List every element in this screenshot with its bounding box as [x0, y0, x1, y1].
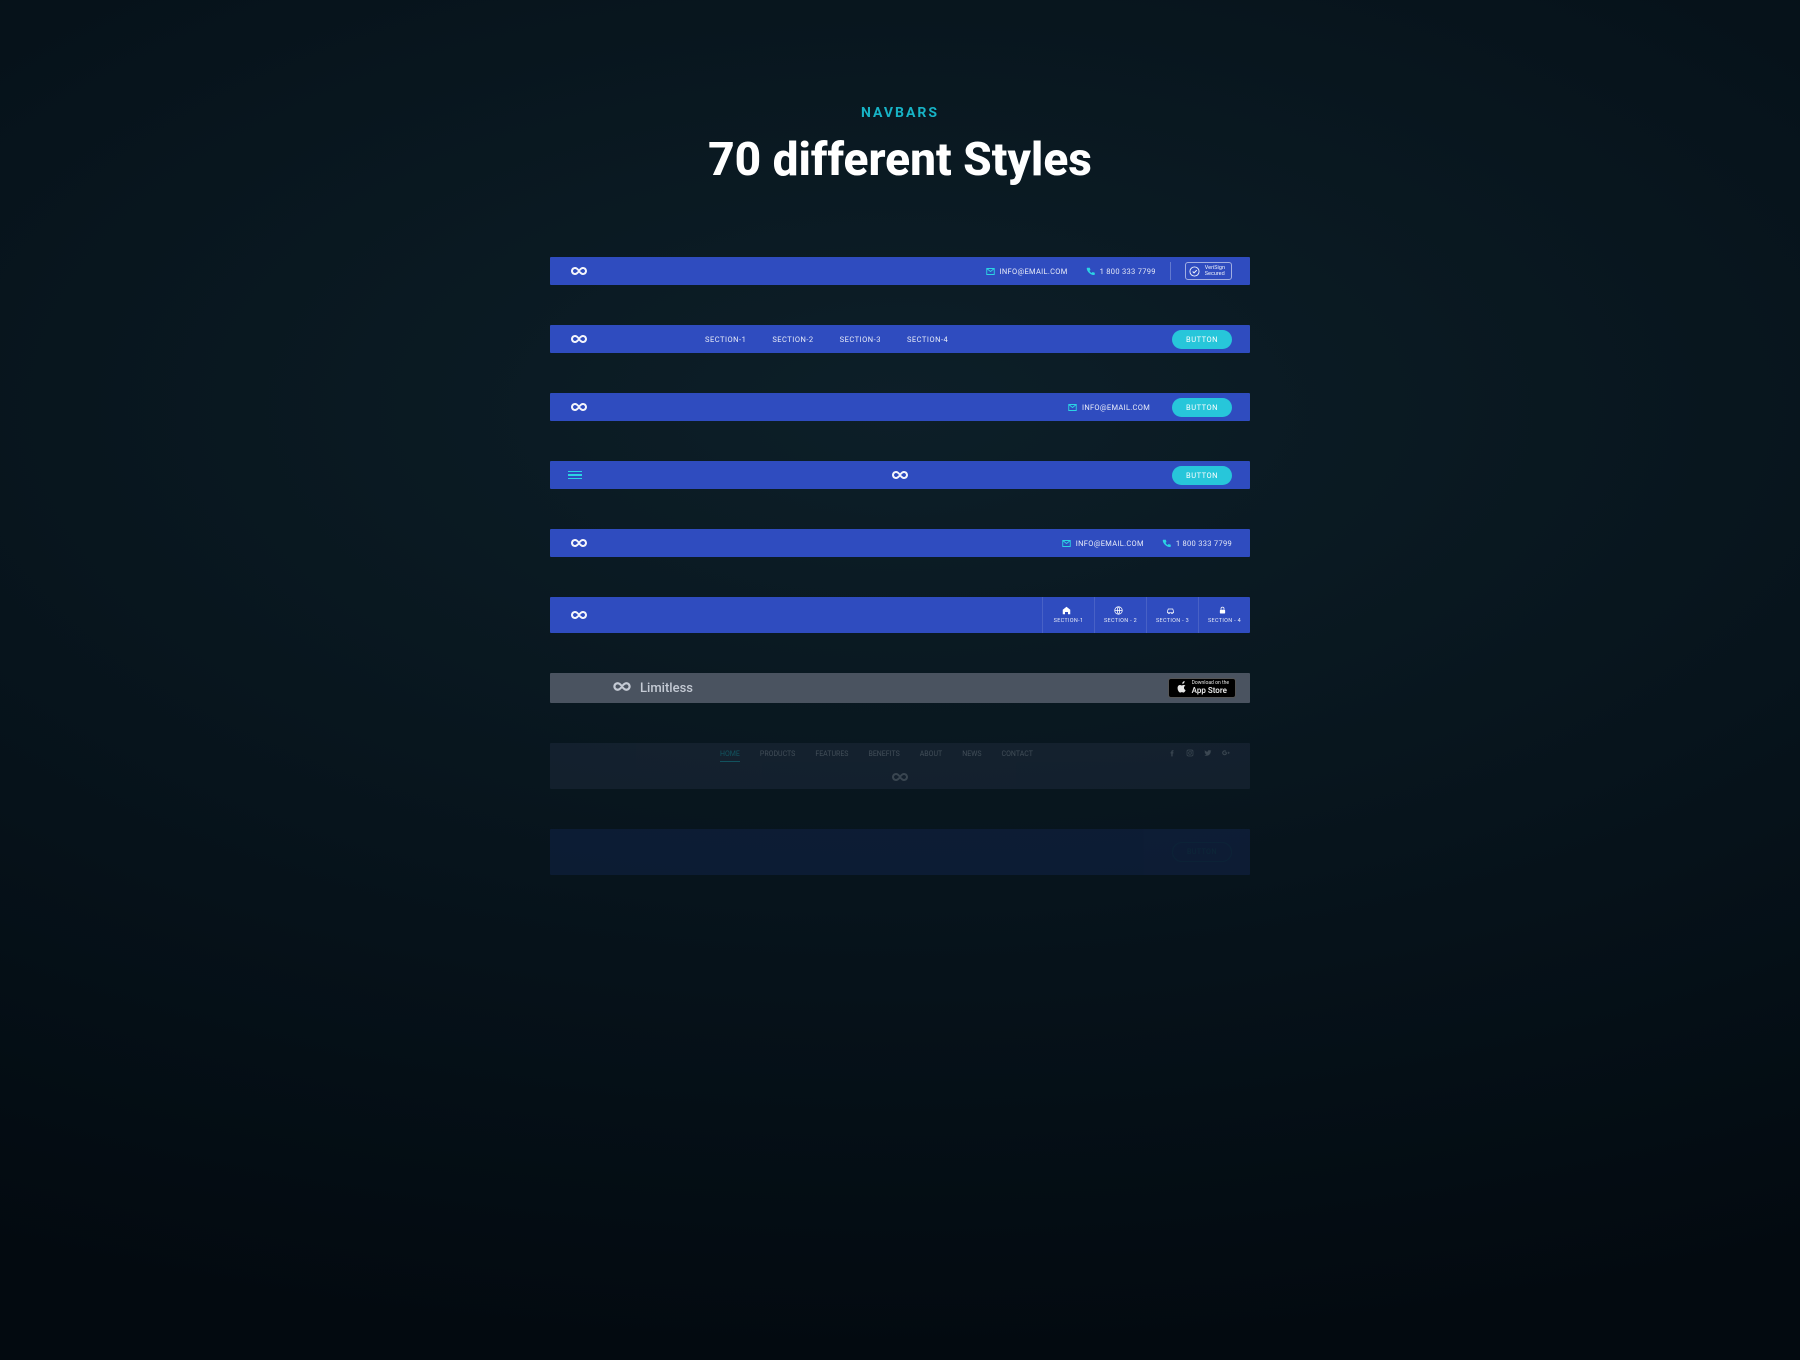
- phone-icon: [1162, 539, 1171, 548]
- navbar-example-3: INFO@EMAIL.COM BUTTON: [550, 393, 1250, 421]
- mail-icon: [1068, 403, 1077, 412]
- nav-link-section-2[interactable]: SECTION-2: [772, 335, 813, 344]
- tab-about[interactable]: ABOUT: [920, 750, 942, 759]
- cta-button[interactable]: BUTTON: [1172, 466, 1232, 485]
- social-links: [1168, 749, 1230, 759]
- phone-text: 1 800 333 7799: [1176, 539, 1232, 548]
- appstore-big-text: App Store: [1192, 687, 1229, 695]
- tab-benefits[interactable]: BENEFITS: [868, 750, 899, 759]
- brand-text: Limitless: [640, 681, 693, 696]
- apple-icon: [1175, 681, 1187, 695]
- contact-email[interactable]: INFO@EMAIL.COM: [1068, 403, 1150, 412]
- navbar-example-8: HOME PRODUCTS FEATURES BENEFITS ABOUT NE…: [550, 743, 1250, 789]
- tab-contact[interactable]: CONTACT: [1002, 750, 1033, 759]
- tab-features[interactable]: FEATURES: [815, 750, 848, 759]
- infinity-logo-icon: [889, 771, 911, 783]
- infinity-logo-icon: [568, 609, 590, 621]
- lock-icon: [1218, 606, 1227, 615]
- contact-email[interactable]: INFO@EMAIL.COM: [986, 267, 1068, 276]
- tab-bar: HOME PRODUCTS FEATURES BENEFITS ABOUT NE…: [720, 750, 1033, 759]
- contact-phone[interactable]: 1 800 333 7799: [1086, 267, 1156, 276]
- phone-icon: [1086, 267, 1095, 276]
- cell-label: SECTION-1: [1054, 618, 1084, 624]
- verisign-badge: VeriSign Secured: [1185, 262, 1232, 280]
- navbar-example-1: INFO@EMAIL.COM 1 800 333 7799 VeriSign S…: [550, 257, 1250, 285]
- icon-nav-cells: SECTION-1 SECTION - 2 SECTION - 3 SECTIO…: [1042, 597, 1250, 633]
- navbar-example-6: SECTION-1 SECTION - 2 SECTION - 3 SECTIO…: [550, 597, 1250, 633]
- navbar-example-4: BUTTON: [550, 461, 1250, 489]
- contact-phone[interactable]: 1 800 333 7799: [1162, 539, 1232, 548]
- google-plus-icon[interactable]: [1222, 749, 1230, 759]
- icon-cell-globe[interactable]: SECTION - 2: [1094, 597, 1146, 633]
- nav-link-section-3[interactable]: SECTION-3: [840, 335, 881, 344]
- facebook-icon[interactable]: [1168, 749, 1176, 759]
- cta-button[interactable]: BUTTON: [1172, 398, 1232, 417]
- instagram-icon[interactable]: [1186, 749, 1194, 759]
- infinity-logo-icon: [568, 401, 590, 413]
- vertical-divider: [1170, 262, 1171, 280]
- section-eyebrow: NAVBARS: [270, 105, 1530, 121]
- mail-icon: [1062, 539, 1071, 548]
- infinity-logo-icon: [610, 680, 634, 697]
- navbar-example-2: SECTION-1 SECTION-2 SECTION-3 SECTION-4 …: [550, 325, 1250, 353]
- cell-label: SECTION - 3: [1156, 618, 1189, 624]
- tab-news[interactable]: NEWS: [962, 750, 981, 759]
- tab-products[interactable]: PRODUCTS: [760, 750, 795, 759]
- limitless-brand: Limitless: [610, 680, 693, 697]
- cell-label: SECTION - 2: [1104, 618, 1137, 624]
- nav-link-section-1[interactable]: SECTION-1: [705, 335, 746, 344]
- tab-home[interactable]: HOME: [720, 750, 740, 762]
- contact-email[interactable]: INFO@EMAIL.COM: [1062, 539, 1144, 548]
- globe-icon: [1114, 606, 1123, 615]
- nav-link-section-4[interactable]: SECTION-4: [907, 335, 948, 344]
- cta-button[interactable]: BUTTON: [1172, 330, 1232, 349]
- infinity-logo-icon: [889, 469, 911, 481]
- email-text: INFO@EMAIL.COM: [1000, 267, 1068, 276]
- icon-cell-lock[interactable]: SECTION - 4: [1198, 597, 1250, 633]
- email-text: INFO@EMAIL.COM: [1082, 403, 1150, 412]
- nav-links: SECTION-1 SECTION-2 SECTION-3 SECTION-4: [705, 335, 948, 344]
- cta-button[interactable]: BUTTON: [1172, 842, 1232, 862]
- icon-cell-car[interactable]: SECTION - 3: [1146, 597, 1198, 633]
- email-text: INFO@EMAIL.COM: [1076, 539, 1144, 548]
- hamburger-menu-icon[interactable]: [568, 471, 582, 480]
- app-store-badge[interactable]: Download on the App Store: [1168, 678, 1236, 698]
- infinity-logo-icon: [568, 333, 590, 345]
- section-title: 70 different Styles: [270, 133, 1530, 187]
- navbar-example-7: Limitless Download on the App Store: [550, 673, 1250, 703]
- home-icon: [1062, 606, 1071, 615]
- icon-cell-home[interactable]: SECTION-1: [1042, 597, 1094, 633]
- car-icon: [1166, 606, 1175, 615]
- infinity-logo-icon: [568, 537, 590, 549]
- navbar-showcase: INFO@EMAIL.COM 1 800 333 7799 VeriSign S…: [270, 257, 1530, 875]
- cell-label: SECTION - 4: [1208, 618, 1241, 624]
- navbar-example-9: BUTTON: [550, 829, 1250, 875]
- twitter-icon[interactable]: [1204, 749, 1212, 759]
- mail-icon: [986, 267, 995, 276]
- verisign-text: VeriSign Secured: [1205, 265, 1225, 277]
- phone-text: 1 800 333 7799: [1100, 267, 1156, 276]
- infinity-logo-icon: [568, 265, 590, 277]
- navbar-example-5: INFO@EMAIL.COM 1 800 333 7799: [550, 529, 1250, 557]
